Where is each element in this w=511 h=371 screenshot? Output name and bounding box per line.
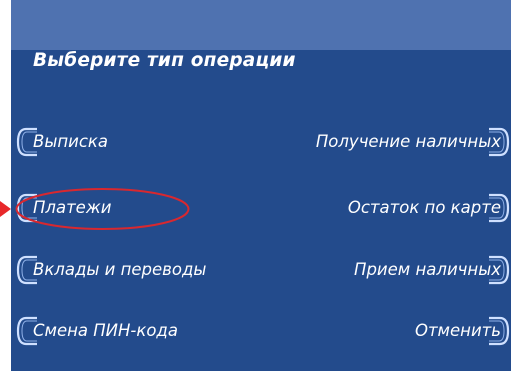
option-change-pin-button[interactable]: Смена ПИН-кода: [15, 316, 178, 346]
option-cash-withdrawal-button[interactable]: Получение наличных: [316, 127, 511, 157]
option-change-pin-label: Смена ПИН-кода: [33, 321, 178, 340]
option-statement-button[interactable]: Выписка: [15, 127, 108, 157]
option-cash-deposit-button[interactable]: Прием наличных: [354, 255, 511, 285]
option-cancel-label: Отменить: [414, 321, 501, 340]
option-deposits-transfers-label: Вклады и переводы: [33, 260, 207, 279]
option-cash-deposit-label: Прием наличных: [354, 260, 501, 279]
page-title: Выберите тип операции: [33, 50, 296, 71]
option-cash-withdrawal-label: Получение наличных: [315, 132, 501, 151]
atm-screen: Выберите тип операции Выписка Платежи Вк…: [11, 0, 511, 371]
top-band: [11, 0, 511, 50]
option-payments-label: Платежи: [33, 198, 112, 217]
option-statement-label: Выписка: [33, 132, 109, 151]
option-card-balance-label: Остаток по карте: [347, 198, 501, 217]
option-deposits-transfers-button[interactable]: Вклады и переводы: [15, 255, 206, 285]
option-cancel-button[interactable]: Отменить: [415, 316, 511, 346]
option-card-balance-button[interactable]: Остаток по карте: [348, 193, 511, 223]
